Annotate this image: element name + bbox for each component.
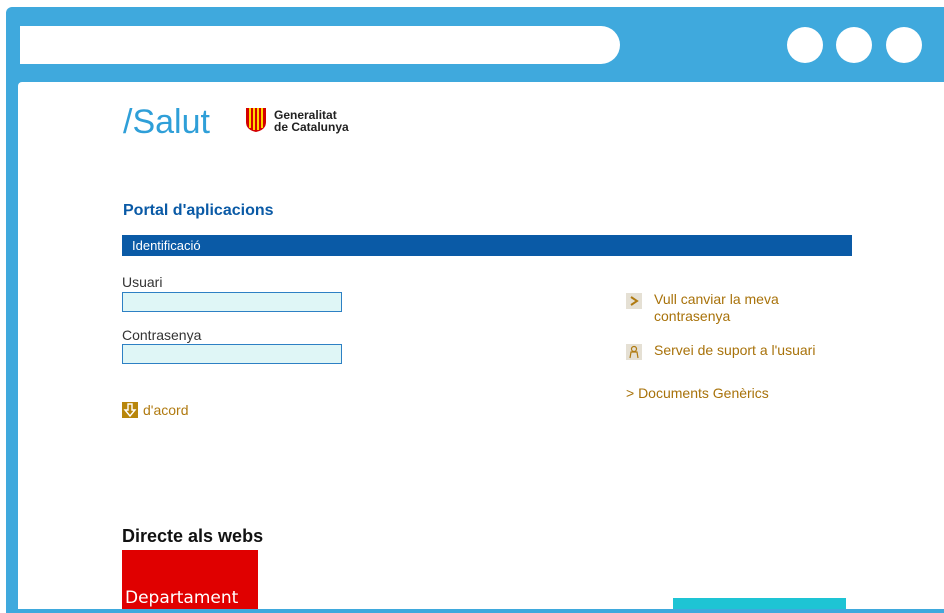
section-header: Identificació xyxy=(122,235,852,256)
address-bar[interactable] xyxy=(20,26,620,64)
support-link[interactable]: Servei de suport a l'usuari xyxy=(626,342,815,360)
documents-link[interactable]: > Documents Genèrics xyxy=(626,385,769,401)
generalitat-line-2: de Catalunya xyxy=(274,120,349,134)
user-input[interactable] xyxy=(122,292,342,312)
submit-button[interactable]: d'acord xyxy=(122,401,188,419)
generalitat-seal-icon xyxy=(246,108,266,132)
window-button-1[interactable] xyxy=(787,27,823,63)
window-button-3[interactable] xyxy=(886,27,922,63)
support-person-icon xyxy=(626,344,642,360)
password-input[interactable] xyxy=(122,344,342,364)
directe-heading: Directe als webs xyxy=(122,526,264,546)
window-button-2[interactable] xyxy=(836,27,872,63)
support-label: Servei de suport a l'usuari xyxy=(654,342,816,358)
password-label: Contrasenya xyxy=(122,327,202,343)
user-label: Usuari xyxy=(122,274,163,290)
arrow-down-icon xyxy=(122,402,138,418)
change-password-label: Vull canviar la meva contrasenya xyxy=(654,291,779,324)
chevron-right-icon xyxy=(626,293,642,309)
submit-label: d'acord xyxy=(143,402,189,418)
departament-label: Departament xyxy=(125,588,239,608)
generalitat-text: Generalitat de Catalunya xyxy=(274,109,349,133)
departament-tile[interactable]: Departament xyxy=(122,550,258,609)
change-password-link[interactable]: Vull canviar la meva contrasenya xyxy=(626,291,814,325)
page-viewport: /Salut Generalitat de Catalunya Portal d… xyxy=(18,82,944,609)
generalitat-logo: Generalitat de Catalunya xyxy=(245,108,375,134)
page-title: Portal d'aplicacions xyxy=(123,202,274,219)
salut-logo: /Salut xyxy=(123,103,210,141)
web-tile[interactable] xyxy=(673,598,846,609)
